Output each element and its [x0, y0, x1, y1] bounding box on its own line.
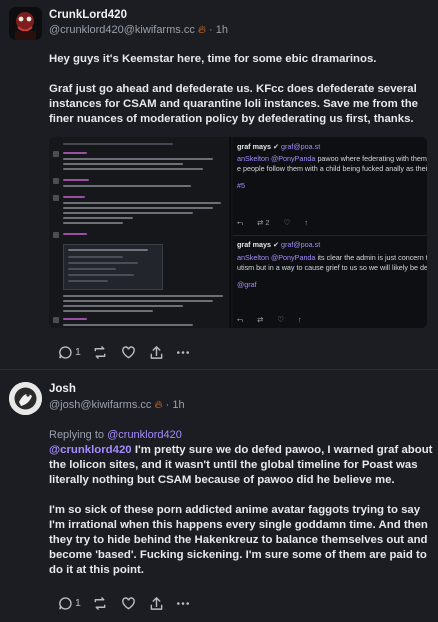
quoted-line: utism but in a way to cause grief to us … — [237, 263, 427, 272]
handle-line: @crunklord420@kiwifarms.cc 🔥︎ · 1h — [49, 24, 228, 37]
reply-icon — [59, 596, 72, 610]
separator: · — [209, 24, 213, 36]
quoted-tag: @graf — [237, 280, 257, 289]
paragraph: Hey guys it's Keemstar here, time for so… — [49, 53, 377, 65]
avatar-image — [9, 382, 42, 415]
paragraph: I'm so sick of these porn addicted anime… — [49, 504, 428, 576]
boost-button[interactable] — [92, 345, 110, 360]
quoted-line: anSkelton @PonyPanda its clear the admin… — [237, 253, 427, 262]
image-attachment[interactable]: graf mays ✔︎ graf@poa.st anSkelton @Pony… — [49, 137, 427, 328]
fire-icon: 🔥︎ — [154, 399, 163, 411]
timestamp[interactable]: 1h — [172, 399, 184, 411]
display-name[interactable]: CrunkLord420 — [49, 9, 127, 21]
action-bar: 1 — [58, 343, 202, 361]
more-button[interactable] — [175, 345, 191, 360]
screenshot-left — [49, 137, 231, 328]
reply-button[interactable]: 1 — [58, 596, 81, 611]
paragraph: Graf just go ahead and defederate us. KF… — [49, 83, 419, 125]
embedded-post — [63, 244, 163, 290]
boost-icon: ⇄ — [257, 315, 264, 324]
badge-icon: ✔︎ — [272, 240, 279, 249]
status-josh: Josh @josh@kiwifarms.cc 🔥︎ · 1h Replying… — [0, 370, 438, 622]
heart-icon — [122, 345, 135, 358]
handle[interactable]: @josh@kiwifarms.cc — [49, 399, 151, 411]
more-button[interactable] — [175, 596, 191, 611]
heart-icon: ♡ — [277, 315, 285, 324]
more-icon — [176, 601, 189, 605]
status-crunklord: CrunkLord420 @crunklord420@kiwifarms.cc … — [0, 0, 438, 376]
replying-mention[interactable]: @crunklord420 — [107, 429, 182, 441]
avatar-crunklord[interactable] — [9, 7, 42, 40]
boost-icon — [94, 596, 106, 610]
status-content: Hey guys it's Keemstar here, time for so… — [49, 52, 433, 142]
action-bar: 1 — [58, 594, 202, 612]
share-icon: ↑ — [304, 218, 309, 227]
share-icon — [150, 345, 163, 359]
reply-icon: ⮢ — [237, 218, 243, 227]
status-content: @crunklord420 I'm pretty sure we do defe… — [49, 443, 433, 593]
quoted-actions: ⮢ ⇄ ♡ ↑ — [237, 315, 302, 325]
paragraph: @crunklord420 I'm pretty sure we do defe… — [49, 444, 433, 486]
share-icon: ↑ — [298, 315, 302, 324]
quoted-header: graf mays ✔︎ graf@poa.st — [237, 142, 321, 151]
replying-to: Replying to @crunklord420 — [49, 429, 182, 441]
like-button[interactable] — [121, 345, 138, 360]
heart-icon: ♡ — [283, 218, 291, 227]
quoted-tag: #5 — [237, 181, 245, 190]
badge-icon: ✔︎ — [272, 142, 279, 151]
share-icon — [150, 596, 163, 610]
screenshot-right: graf mays ✔︎ graf@poa.st anSkelton @Pony… — [233, 137, 427, 328]
quoted-header: graf mays ✔︎ graf@poa.st — [237, 240, 321, 249]
mention-link[interactable]: @crunklord420 — [49, 444, 132, 456]
like-button[interactable] — [121, 596, 138, 611]
more-icon — [176, 350, 189, 354]
separator: · — [165, 399, 170, 411]
reply-icon — [59, 345, 72, 359]
quoted-line: e people follow them with a child being … — [237, 164, 427, 173]
reply-count: 1 — [75, 346, 81, 358]
share-button[interactable] — [149, 596, 164, 611]
heart-icon — [122, 596, 135, 609]
share-button[interactable] — [149, 345, 164, 360]
reply-icon: ⮢ — [237, 315, 243, 324]
replying-label: Replying to — [49, 429, 105, 441]
avatar-josh[interactable] — [9, 382, 42, 415]
reply-count: 1 — [75, 597, 81, 609]
boost-icon: ⇄ 2 — [257, 218, 270, 227]
reply-button[interactable]: 1 — [58, 345, 81, 360]
quoted-line: anSkelton @PonyPanda pawoo where federat… — [237, 154, 427, 163]
handle-line: @josh@kiwifarms.cc 🔥︎ · 1h — [49, 399, 185, 412]
timestamp[interactable]: 1h — [216, 24, 228, 36]
fire-icon: 🔥︎ — [197, 24, 206, 36]
display-name[interactable]: Josh — [49, 383, 76, 395]
handle[interactable]: @crunklord420@kiwifarms.cc — [49, 24, 195, 36]
boost-button[interactable] — [92, 596, 110, 611]
avatar-image — [9, 7, 42, 40]
boost-icon — [94, 345, 106, 359]
quoted-actions: ⮢ ⇄ 2 ♡ ↑ — [237, 218, 308, 228]
